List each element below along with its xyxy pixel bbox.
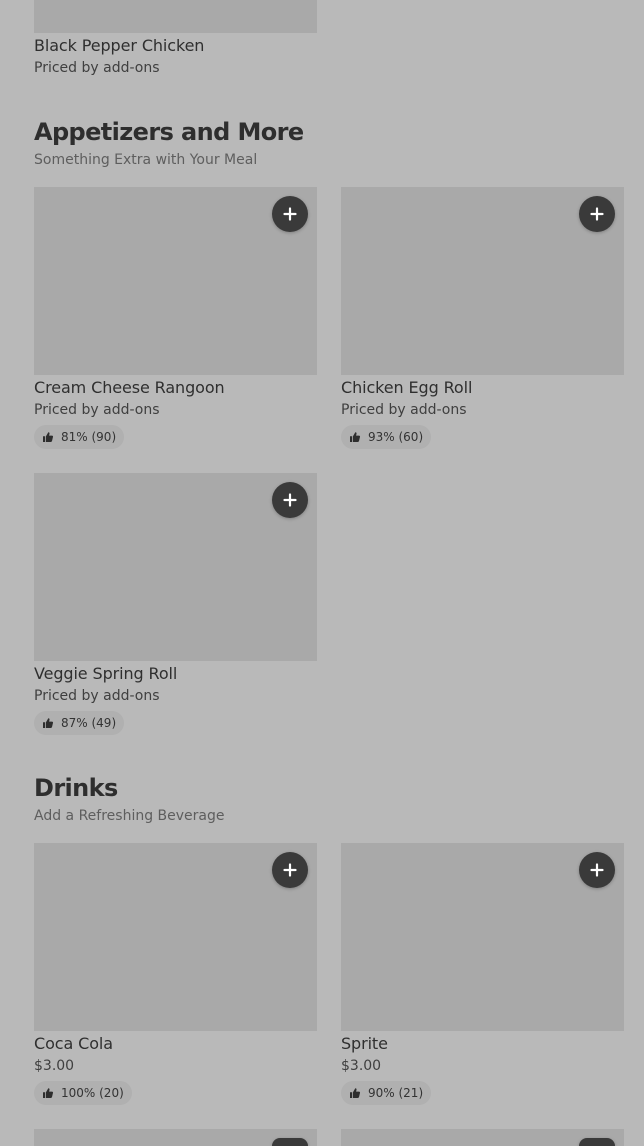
add-item-button[interactable] (272, 196, 308, 232)
item-name[interactable]: Sprite (341, 1034, 388, 1053)
add-item-button[interactable] (579, 852, 615, 888)
item-price: $3.00 (34, 1058, 75, 1074)
section-title: Appetizers and More (34, 118, 304, 146)
thumbs-up-icon (42, 1087, 54, 1099)
item-price: Priced by add-ons (34, 688, 160, 704)
item-name[interactable]: Chicken Egg Roll (341, 378, 472, 397)
item-price: $3.00 (341, 1058, 382, 1074)
section-title: Drinks (34, 774, 118, 802)
plus-icon (283, 207, 297, 221)
rating-text: 87% (49) (61, 716, 117, 730)
thumbs-up-icon (42, 431, 54, 443)
rating-badge: 87% (49) (34, 711, 125, 735)
item-name[interactable]: Cream Cheese Rangoon (34, 378, 225, 397)
rating-badge: 100% (20) (34, 1081, 132, 1105)
thumbs-up-icon (349, 1087, 361, 1099)
item-name[interactable]: Black Pepper Chicken (34, 36, 204, 55)
rating-text: 90% (21) (368, 1086, 424, 1100)
rating-badge: 90% (21) (341, 1081, 432, 1105)
item-name[interactable]: Veggie Spring Roll (34, 664, 177, 683)
add-item-button[interactable] (579, 1138, 615, 1146)
item-price: Priced by add-ons (341, 402, 467, 418)
plus-icon (283, 863, 297, 877)
rating-text: 93% (60) (368, 430, 424, 444)
add-item-button[interactable] (272, 852, 308, 888)
rating-text: 81% (90) (61, 430, 117, 444)
thumbs-up-icon (349, 431, 361, 443)
plus-icon (283, 493, 297, 507)
rating-badge: 81% (90) (34, 425, 125, 449)
item-price: Priced by add-ons (34, 402, 160, 418)
item-price: Priced by add-ons (34, 60, 160, 76)
rating-text: 100% (20) (61, 1086, 124, 1100)
item-name[interactable]: Coca Cola (34, 1034, 113, 1053)
plus-icon (590, 863, 604, 877)
section-subtitle: Add a Refreshing Beverage (34, 808, 225, 824)
thumbs-up-icon (42, 717, 54, 729)
rating-badge: 93% (60) (341, 425, 432, 449)
add-item-button[interactable] (272, 1138, 308, 1146)
section-subtitle: Something Extra with Your Meal (34, 152, 258, 168)
item-image[interactable] (34, 0, 317, 33)
add-item-button[interactable] (579, 196, 615, 232)
add-item-button[interactable] (272, 482, 308, 518)
plus-icon (590, 207, 604, 221)
